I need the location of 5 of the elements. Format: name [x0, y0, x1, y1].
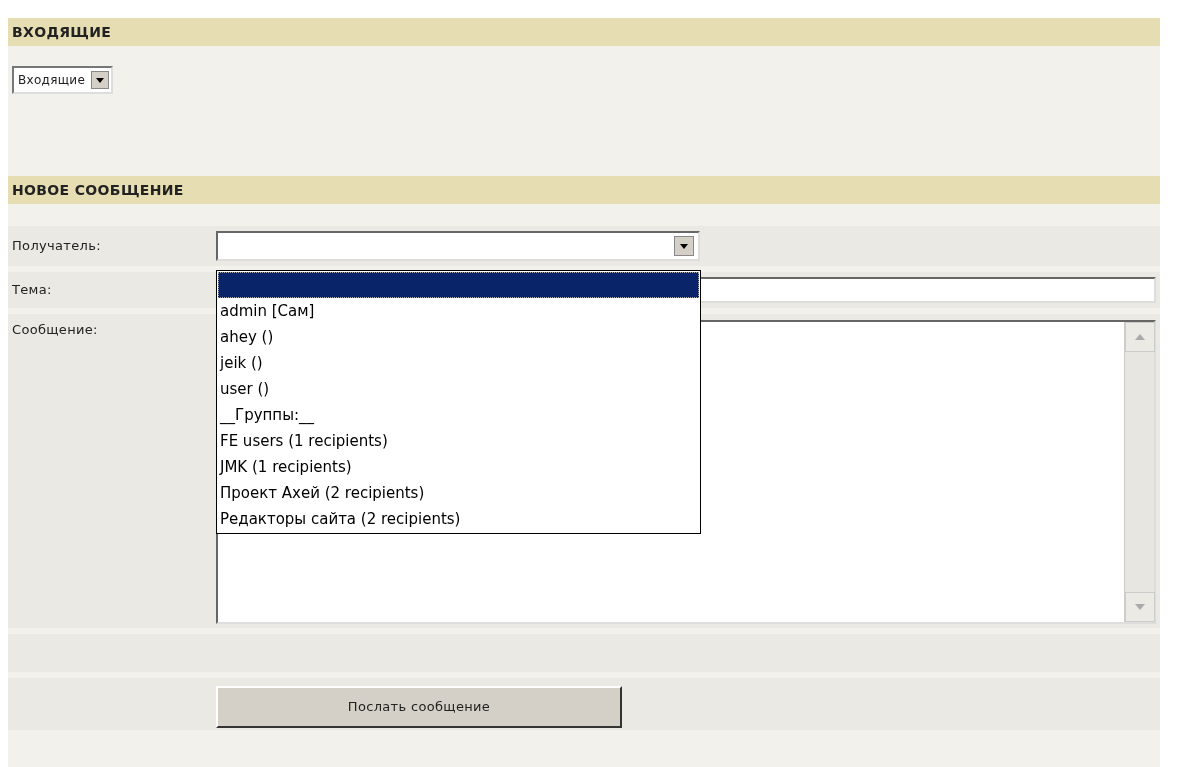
field-label: Тема: [12, 281, 52, 300]
section-header: ВХОДЯЩИЕ [8, 18, 1160, 46]
section-header: НОВОЕ СООБЩЕНИЕ [8, 176, 1160, 204]
field-label: Получатель: [12, 237, 101, 256]
field-label: Сообщение: [12, 322, 98, 337]
